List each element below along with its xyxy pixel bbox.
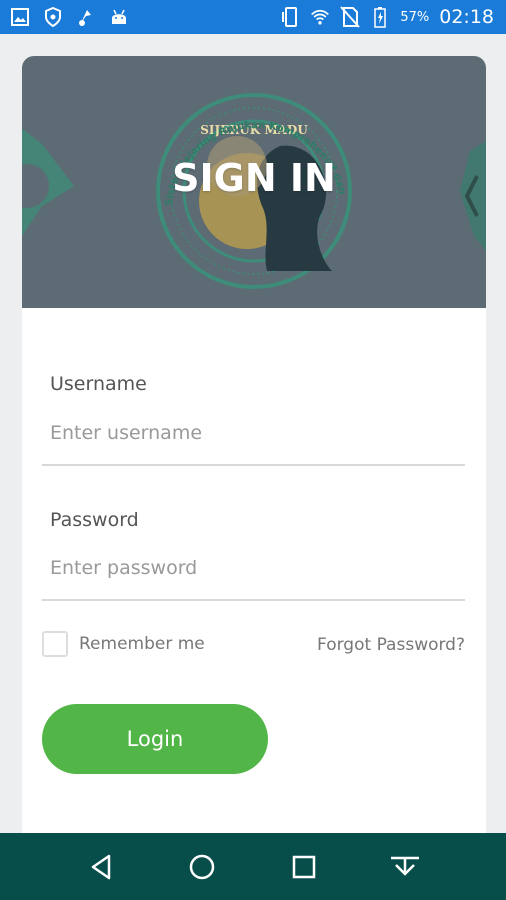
forgot-password-link[interactable]: Forgot Password?: [317, 635, 465, 655]
sign-in-title: SIGN IN: [172, 156, 336, 200]
download-icon[interactable]: [387, 849, 423, 885]
android-icon: [109, 7, 129, 27]
vibrate-icon: [280, 7, 300, 27]
navigation-bar: [0, 833, 506, 900]
recents-icon[interactable]: [286, 849, 322, 885]
battery-icon: [370, 7, 390, 28]
clock: 02:18: [439, 6, 494, 28]
password-label: Password: [50, 509, 139, 531]
wifi-icon: [310, 7, 330, 27]
password-input[interactable]: [50, 548, 464, 588]
username-label: Username: [50, 373, 147, 395]
login-card: SIJERUK MADU Sistem Jejaring Rujukan Kom…: [22, 56, 486, 856]
battery-percent: 57%: [400, 9, 430, 25]
username-underline: [42, 464, 465, 466]
password-underline: [42, 599, 465, 601]
remember-me-label[interactable]: Remember me: [79, 634, 205, 654]
shield-icon: [43, 7, 63, 27]
back-icon[interactable]: [83, 849, 119, 885]
no-sim-icon: [340, 6, 361, 28]
music-bolt-icon: [76, 7, 96, 27]
status-bar: 57% 02:18: [0, 0, 506, 34]
home-icon[interactable]: [184, 849, 220, 885]
login-button[interactable]: Login: [42, 704, 268, 774]
image-icon: [10, 7, 30, 27]
username-input[interactable]: [50, 413, 464, 453]
remember-me-checkbox[interactable]: [42, 631, 68, 657]
banner: SIJERUK MADU Sistem Jejaring Rujukan Kom…: [22, 56, 486, 308]
